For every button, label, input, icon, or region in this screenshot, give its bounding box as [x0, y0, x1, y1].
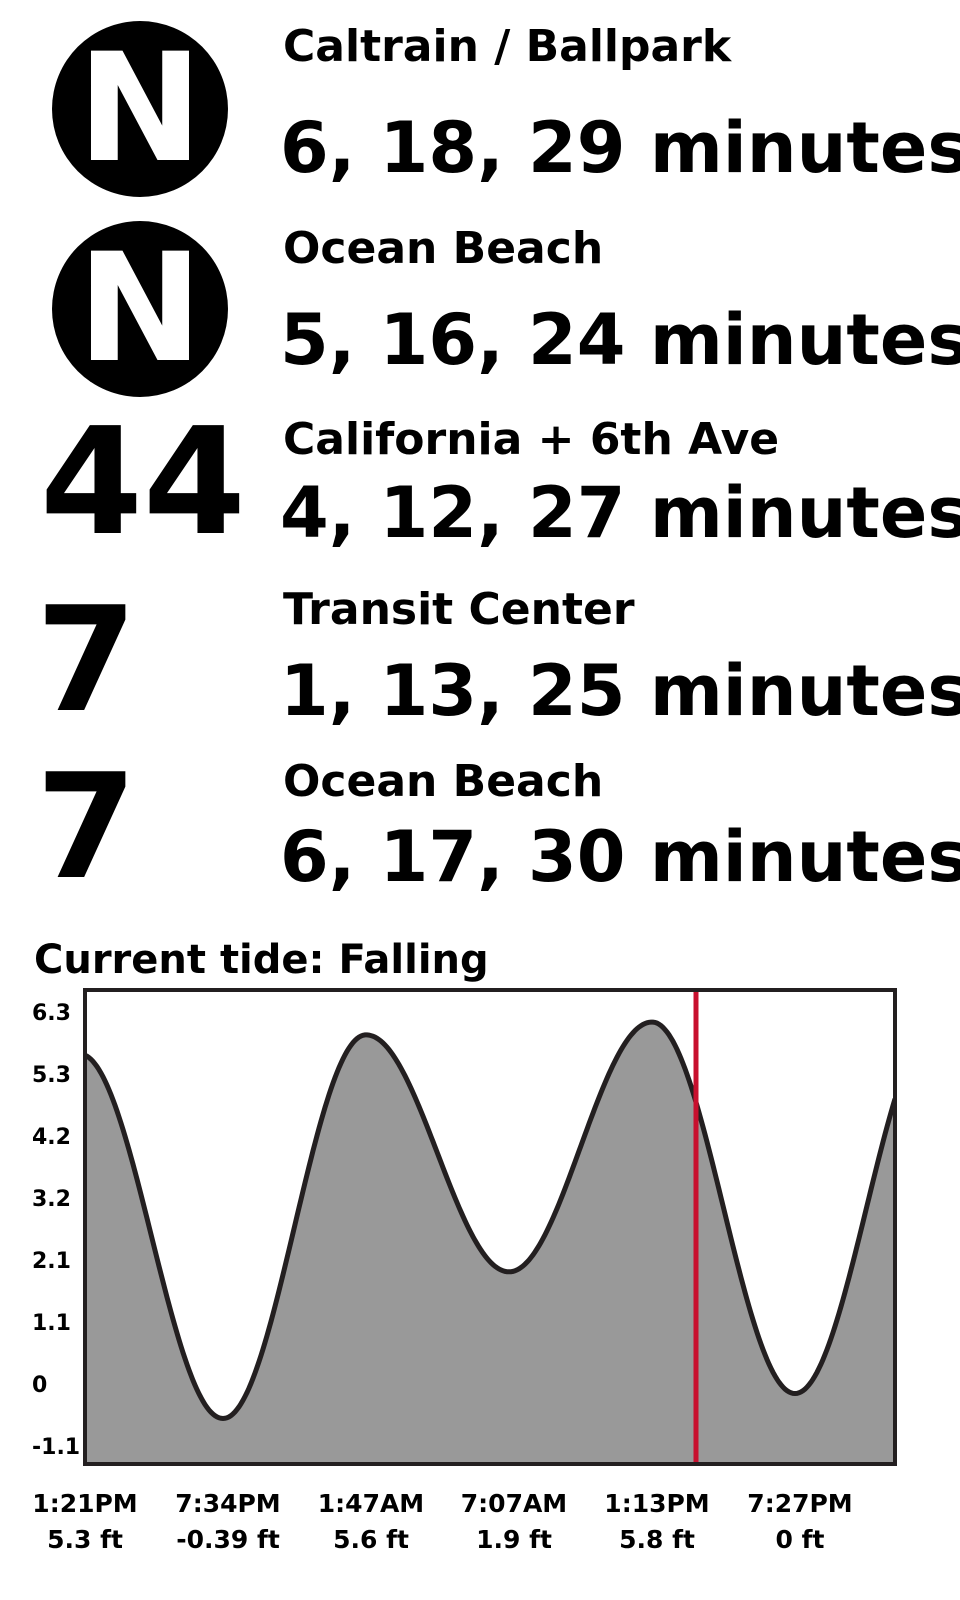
route-n-badge: N: [52, 221, 228, 397]
arrival-times: 6, 18, 29 minutes: [280, 107, 960, 189]
y-tick-label: 1.1: [32, 1311, 71, 1336]
x-axis-extreme-labels: 1:21PM 5.3 ft 7:34PM -0.39 ft 1:47AM 5.6 ft 7:…: [32, 1489, 852, 1554]
destination-label: Ocean Beach: [283, 756, 604, 807]
route-number: 7: [36, 743, 137, 912]
extreme-height-label: 5.3 ft: [47, 1525, 123, 1554]
y-tick-label: -1.1: [32, 1435, 80, 1460]
extreme-height-label: 0 ft: [776, 1525, 825, 1554]
destination-label: Transit Center: [283, 584, 635, 635]
y-tick-label: 5.3: [32, 1063, 71, 1088]
tide-status-title: Current tide: Falling: [34, 937, 489, 983]
y-tick-label: 3.2: [32, 1187, 71, 1212]
extreme-time-label: 1:13PM: [604, 1489, 709, 1518]
arrival-times: 6, 17, 30 minutes: [280, 816, 960, 898]
y-axis-ticks: 6.3 5.3 4.2 3.2 2.1 1.1 0 -1.1: [32, 1001, 80, 1460]
tide-plot-area: [83, 988, 897, 1466]
tide-area: [85, 1022, 895, 1464]
arrival-times: 4, 12, 27 minutes: [280, 472, 960, 554]
extreme-time-label: 7:07AM: [461, 1489, 567, 1518]
y-tick-label: 0: [32, 1373, 47, 1398]
y-tick-label: 6.3: [32, 1001, 71, 1026]
extreme-height-label: 5.6 ft: [333, 1525, 409, 1554]
y-tick-label: 2.1: [32, 1249, 71, 1274]
extreme-time-label: 7:27PM: [747, 1489, 852, 1518]
tide-chart: 6.3 5.3 4.2 3.2 2.1 1.1 0 -1.1 1:21PM 5.3 ft 7:34…: [32, 988, 897, 1554]
arrival-times: 1, 13, 25 minutes: [280, 650, 960, 732]
route-n-badge: N: [52, 21, 228, 197]
destination-label: Ocean Beach: [283, 223, 604, 274]
y-tick-label: 4.2: [32, 1125, 71, 1150]
extreme-height-label: 1.9 ft: [476, 1525, 552, 1554]
extreme-time-label: 1:47AM: [318, 1489, 424, 1518]
extreme-time-label: 1:21PM: [32, 1489, 137, 1518]
extreme-height-label: 5.8 ft: [619, 1525, 695, 1554]
extreme-height-label: -0.39 ft: [176, 1525, 280, 1554]
destination-label: California + 6th Ave: [283, 414, 780, 465]
route-number: 44: [40, 396, 246, 568]
route-number: 7: [36, 576, 137, 745]
extreme-time-label: 7:34PM: [175, 1489, 280, 1518]
destination-label: Caltrain / Ballpark: [283, 21, 732, 72]
arrival-times: 5, 16, 24 minutes: [280, 299, 960, 381]
